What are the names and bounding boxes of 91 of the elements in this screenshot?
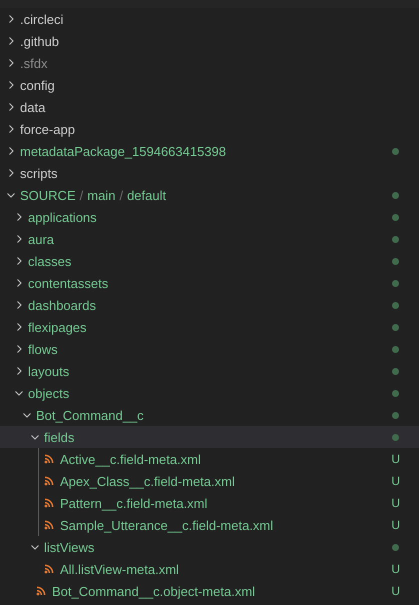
chevron-icon[interactable] — [6, 80, 16, 90]
feed-icon — [44, 564, 54, 574]
untracked-status: U — [391, 452, 400, 466]
folder-name: dashboards — [28, 298, 96, 312]
path-separator: / — [119, 188, 124, 202]
chevron-icon[interactable] — [22, 410, 32, 420]
chevron-icon[interactable] — [14, 212, 24, 222]
file-name: Bot_Command__c.object-meta.xml — [52, 584, 256, 598]
folder-row[interactable]: config — [0, 74, 419, 96]
folder-row[interactable]: layouts — [0, 360, 419, 382]
chevron-icon[interactable] — [14, 366, 24, 376]
folder-row[interactable]: dashboards — [0, 294, 419, 316]
folder-row[interactable]: scripts — [0, 162, 419, 184]
chevron-icon[interactable] — [6, 58, 16, 68]
folder-row[interactable]: force-app — [0, 118, 419, 140]
chevron-icon[interactable] — [6, 146, 16, 156]
folder-row[interactable]: SOURCE / main / default — [0, 184, 419, 206]
folder-row[interactable]: Bot_Command__c — [0, 404, 419, 426]
feed-icon — [44, 476, 54, 486]
folder-row[interactable]: fields — [0, 426, 419, 448]
chevron-icon[interactable] — [14, 344, 24, 354]
chevron-icon[interactable] — [6, 102, 16, 112]
folder-name: .circleci — [20, 12, 64, 26]
folder-name: main — [87, 188, 116, 202]
chevron-icon[interactable] — [14, 300, 24, 310]
folder-name: metadataPackage_1594663415398 — [20, 144, 226, 158]
folder-row[interactable]: aura — [0, 228, 419, 250]
folder-row[interactable]: listViews — [0, 536, 419, 558]
untracked-status: U — [391, 474, 400, 488]
file-name: Pattern__c.field-meta.xml — [60, 496, 208, 510]
file-name: All.listView-meta.xml — [60, 562, 179, 576]
folder-row[interactable]: .sfdx — [0, 52, 419, 74]
file-name: Apex_Class__c.field-meta.xml — [60, 474, 235, 488]
folder-row[interactable]: applications — [0, 206, 419, 228]
chevron-icon[interactable] — [14, 388, 24, 398]
folder-row[interactable]: metadataPackage_1594663415398 — [0, 140, 419, 162]
folder-name: data — [20, 100, 46, 114]
chevron-icon[interactable] — [14, 322, 24, 332]
folder-row[interactable]: objects — [0, 382, 419, 404]
folder-row[interactable]: flows — [0, 338, 419, 360]
file-row[interactable]: Active__c.field-meta.xml U — [0, 448, 419, 470]
folder-name: .sfdx — [20, 56, 48, 70]
chevron-icon[interactable] — [30, 542, 40, 552]
folder-name: flows — [28, 342, 58, 356]
path-separator: / — [80, 188, 84, 202]
file-row[interactable]: All.listView-meta.xml U — [0, 558, 419, 580]
chevron-icon[interactable] — [6, 124, 16, 134]
file-name: Active__c.field-meta.xml — [60, 452, 201, 466]
chevron-icon[interactable] — [6, 190, 16, 200]
chevron-icon[interactable] — [14, 234, 24, 244]
folder-name: Bot_Command__c — [36, 408, 144, 422]
folder-name: objects — [28, 386, 70, 400]
untracked-status: U — [391, 562, 400, 576]
untracked-status: U — [391, 518, 400, 532]
folder-name: scripts — [20, 166, 58, 180]
file-row[interactable]: Sample_Utterance__c.field-meta.xml U — [0, 514, 419, 536]
folder-name: force-app — [20, 122, 75, 136]
file-row[interactable]: Apex_Class__c.field-meta.xml U — [0, 470, 419, 492]
folder-row[interactable]: contentassets — [0, 272, 419, 294]
chevron-icon[interactable] — [6, 36, 16, 46]
folder-name: fields — [44, 430, 74, 444]
folder-row[interactable]: data — [0, 96, 419, 118]
folder-name: default — [127, 188, 166, 202]
folder-row[interactable]: .github — [0, 30, 419, 52]
folder-row[interactable]: flexipages — [0, 316, 419, 338]
folder-row[interactable]: classes — [0, 250, 419, 272]
folder-name: applications — [28, 210, 97, 224]
file-name: Sample_Utterance__c.field-meta.xml — [60, 518, 274, 532]
feed-icon — [44, 520, 54, 530]
chevron-icon[interactable] — [30, 432, 40, 442]
folder-row[interactable]: .circleci — [0, 8, 419, 30]
folder-name: classes — [28, 254, 72, 268]
chevron-icon[interactable] — [6, 168, 16, 178]
chevron-icon[interactable] — [14, 278, 24, 288]
folder-name: .github — [20, 34, 60, 48]
untracked-status: U — [391, 584, 400, 598]
chevron-icon[interactable] — [6, 14, 16, 24]
feed-icon — [44, 498, 54, 508]
folder-name: flexipages — [28, 320, 87, 334]
folder-name: config — [20, 78, 55, 92]
folder-name: contentassets — [28, 276, 108, 290]
untracked-status: U — [391, 496, 400, 510]
file-row[interactable]: Bot_Command__c.object-meta.xml U — [0, 580, 419, 602]
folder-name: layouts — [28, 364, 70, 378]
file-row[interactable]: Pattern__c.field-meta.xml U — [0, 492, 419, 514]
chevron-icon[interactable] — [14, 256, 24, 266]
feed-icon — [36, 586, 46, 596]
folder-name: aura — [28, 232, 54, 246]
feed-icon — [44, 454, 54, 464]
folder-name: listViews — [44, 540, 94, 554]
folder-name: SOURCE — [20, 188, 76, 202]
